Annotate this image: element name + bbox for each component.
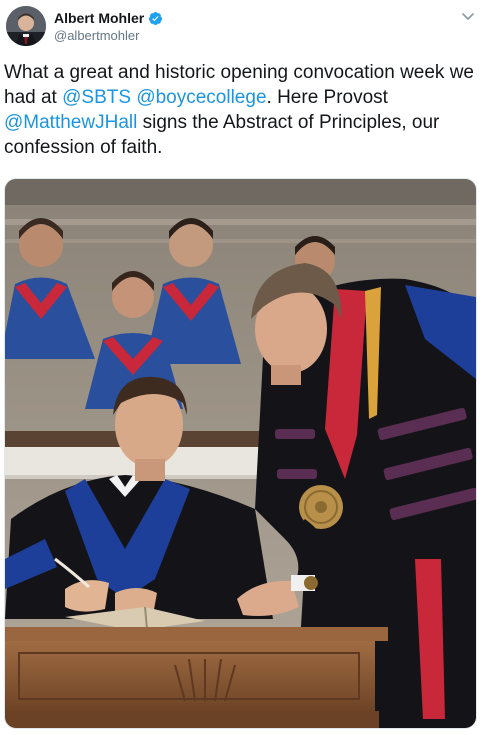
chevron-down-icon[interactable] xyxy=(460,8,476,24)
author-name-row: Albert Mohler xyxy=(54,10,163,26)
avatar[interactable] xyxy=(6,6,46,46)
signing-desk xyxy=(5,627,388,728)
convocation-photo xyxy=(5,179,476,728)
author-handle[interactable]: @albertmohler xyxy=(54,28,139,43)
tweet-photo[interactable] xyxy=(4,178,477,729)
tweet-card: Albert Mohler @albertmohler What a great… xyxy=(0,0,484,735)
display-name[interactable]: Albert Mohler xyxy=(54,10,144,26)
mention-sbts-link[interactable]: @SBTS xyxy=(62,87,131,108)
tweet-text-part: . Here Provost xyxy=(266,87,388,108)
mention-matthewjhall-link[interactable]: @MatthewJHall xyxy=(4,112,137,133)
tweet-text: What a great and historic opening convoc… xyxy=(4,60,474,160)
verified-badge-icon xyxy=(149,11,163,25)
mention-boycecollege-link[interactable]: @boycecollege xyxy=(136,87,266,108)
avatar-image xyxy=(6,6,46,46)
